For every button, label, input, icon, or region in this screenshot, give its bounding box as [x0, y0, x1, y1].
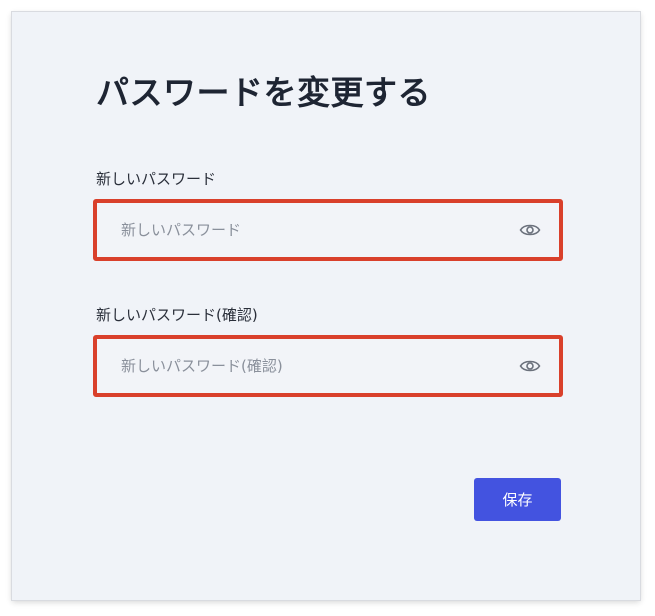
eye-icon[interactable] — [519, 358, 541, 374]
change-password-panel: パスワードを変更する 新しいパスワード 新しいパスワード(確認) 保存 — [12, 12, 640, 600]
new-password-input[interactable] — [97, 203, 559, 257]
new-password-field-container — [93, 199, 563, 261]
confirm-password-label: 新しいパスワード(確認) — [96, 306, 258, 324]
eye-icon[interactable] — [519, 222, 541, 238]
save-button[interactable]: 保存 — [474, 478, 561, 521]
new-password-label: 新しいパスワード — [96, 170, 217, 188]
confirm-password-field-container — [93, 335, 563, 397]
confirm-password-input[interactable] — [97, 339, 559, 393]
page-title: パスワードを変更する — [96, 73, 431, 112]
